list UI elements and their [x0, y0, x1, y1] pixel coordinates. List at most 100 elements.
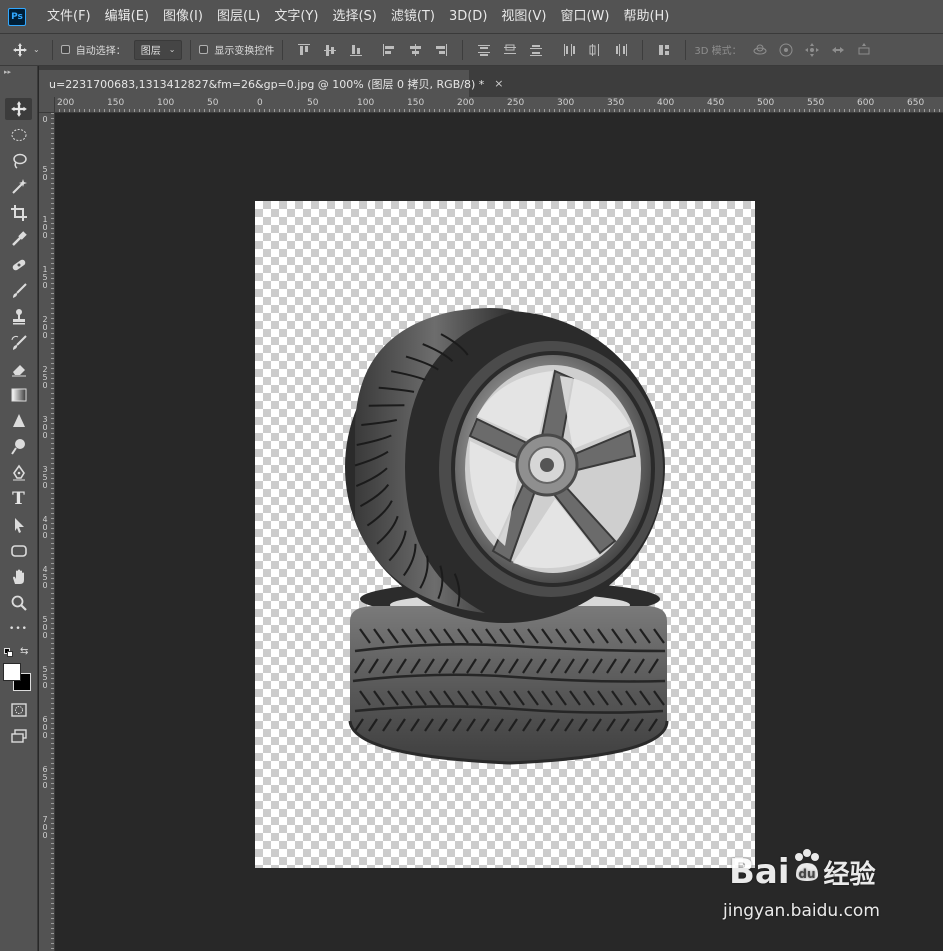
- pan-3d-icon[interactable]: [804, 42, 820, 58]
- rectangle-tool-icon[interactable]: [5, 540, 32, 562]
- pen-icon[interactable]: [5, 462, 32, 484]
- scale-3d-icon[interactable]: [856, 42, 872, 58]
- ruler-tick-label: 600: [42, 715, 48, 740]
- eyedropper-icon[interactable]: [5, 228, 32, 250]
- crop-tool-icon[interactable]: [5, 202, 32, 224]
- menu-3d[interactable]: 3D(D): [442, 0, 494, 34]
- document-tab-title: u=2231700683,1313412827&fm=26&gp=0.jpg @…: [49, 77, 485, 91]
- more-tools-icon[interactable]: •••: [5, 618, 32, 640]
- distribute-right-icon[interactable]: [613, 42, 629, 58]
- ruler-tick-label: 200: [42, 315, 48, 340]
- distribute-top-icon[interactable]: [476, 42, 492, 58]
- ruler-tick-label: 50: [42, 165, 48, 182]
- ruler-tick-label: 500: [757, 98, 775, 108]
- zoom-tool-icon[interactable]: [5, 592, 32, 614]
- ruler-tick-label: 450: [42, 565, 48, 590]
- gradient-icon[interactable]: [5, 384, 32, 406]
- ruler-tick-label: 350: [607, 98, 625, 108]
- hand-tool-icon[interactable]: [5, 566, 32, 588]
- quick-mask-icon[interactable]: [5, 699, 32, 721]
- lasso-tool-icon[interactable]: [5, 150, 32, 172]
- distribute-left-icon[interactable]: [561, 42, 577, 58]
- ruler-tick-label: 450: [707, 98, 725, 108]
- panel-collapse-icon[interactable]: ▸▸: [4, 68, 11, 76]
- distribute-horizontal-center-icon[interactable]: [587, 42, 603, 58]
- watermark-url: jingyan.baidu.com: [723, 901, 880, 921]
- divider: [642, 39, 644, 60]
- ruler-tick-label: 100: [357, 98, 375, 108]
- roll-3d-icon[interactable]: [778, 42, 794, 58]
- menu-window[interactable]: 窗口(W): [553, 0, 616, 34]
- history-brush-icon[interactable]: [5, 332, 32, 354]
- align-top-icon[interactable]: [296, 42, 312, 58]
- divider: [51, 39, 53, 60]
- menu-type[interactable]: 文字(Y): [267, 0, 325, 34]
- orbit-3d-icon[interactable]: [752, 42, 768, 58]
- menu-filter[interactable]: 滤镜(T): [384, 0, 442, 34]
- watermark-brand: Bai du 经验: [729, 849, 876, 892]
- menu-file[interactable]: 文件(F): [40, 0, 98, 34]
- auto-select-dropdown[interactable]: 图层 ⌄: [133, 39, 183, 60]
- ruler-tick-label: 150: [42, 265, 48, 290]
- move-tool-preset-icon[interactable]: [12, 42, 28, 58]
- menu-view[interactable]: 视图(V): [494, 0, 553, 34]
- show-transform-checkbox[interactable]: [199, 45, 209, 54]
- screen-mode-icon[interactable]: [5, 725, 32, 747]
- baidu-jingyan-watermark: Bai du 经验 jingyan.baidu.com: [723, 843, 903, 933]
- slide-3d-icon[interactable]: [830, 42, 846, 58]
- ruler-tick-label: 50: [207, 98, 219, 108]
- clone-stamp-icon[interactable]: [5, 306, 32, 328]
- path-selection-icon[interactable]: [5, 514, 32, 536]
- document-canvas[interactable]: [255, 201, 755, 868]
- menu-edit[interactable]: 编辑(E): [98, 0, 156, 34]
- distribute-bottom-icon[interactable]: [528, 42, 544, 58]
- show-transform-label: 显示变换控件: [214, 46, 275, 57]
- healing-brush-icon[interactable]: [5, 254, 32, 276]
- canvas-workspace[interactable]: [56, 114, 943, 951]
- brush-icon[interactable]: [5, 280, 32, 302]
- divider: [685, 39, 687, 60]
- default-colors-icon[interactable]: [4, 648, 13, 657]
- ruler-tick-label: 200: [457, 98, 475, 108]
- move-tool-icon[interactable]: [5, 98, 32, 120]
- ruler-origin-corner[interactable]: [39, 97, 55, 113]
- tools-panel: ▸▸ T ••• ⇆: [0, 66, 38, 951]
- eraser-icon[interactable]: [5, 358, 32, 380]
- distribute-vertical-center-icon[interactable]: [502, 42, 518, 58]
- chevron-down-icon: ⌄: [168, 45, 176, 54]
- menu-image[interactable]: 图像(I): [156, 0, 210, 34]
- menu-layer[interactable]: 图层(L): [210, 0, 267, 34]
- menu-help[interactable]: 帮助(H): [616, 0, 676, 34]
- marquee-tool-icon[interactable]: [5, 124, 32, 146]
- ruler-tick-label: 400: [42, 515, 48, 540]
- horizontal-ruler[interactable]: 200 150 100 50 0 50 100 150 200 250 300 350 400 450 50…: [39, 97, 943, 113]
- ruler-tick-label: 550: [807, 98, 825, 108]
- blur-icon[interactable]: [5, 410, 32, 432]
- divider: [190, 39, 192, 60]
- magic-wand-icon[interactable]: [5, 176, 32, 198]
- mode-3d-label: 3D 模式：: [694, 46, 742, 57]
- foreground-color-swatch[interactable]: [3, 663, 21, 681]
- align-right-icon[interactable]: [433, 42, 449, 58]
- watermark-brand-left: Bai: [729, 852, 790, 892]
- align-horizontal-center-icon[interactable]: [407, 42, 423, 58]
- more-tools-glyph: •••: [9, 624, 28, 634]
- document-tab[interactable]: u=2231700683,1313412827&fm=26&gp=0.jpg @…: [39, 70, 503, 97]
- align-bottom-icon[interactable]: [348, 42, 364, 58]
- align-left-icon[interactable]: [381, 42, 397, 58]
- menu-select[interactable]: 选择(S): [325, 0, 383, 34]
- ruler-tick-label: 150: [107, 98, 125, 108]
- chevron-down-icon[interactable]: ⌄: [33, 45, 40, 54]
- align-vertical-center-icon[interactable]: [322, 42, 338, 58]
- auto-align-icon[interactable]: [656, 42, 672, 58]
- close-icon[interactable]: ×: [494, 77, 503, 90]
- ruler-tick-label: 700: [42, 815, 48, 840]
- type-tool-icon[interactable]: T: [5, 488, 32, 510]
- photoshop-window: Ps 文件(F) 编辑(E) 图像(I) 图层(L) 文字(Y) 选择(S) 滤…: [0, 0, 943, 951]
- auto-select-checkbox[interactable]: [60, 45, 70, 54]
- swap-colors-icon[interactable]: ⇆: [20, 646, 28, 657]
- ruler-tick-label: 0: [257, 98, 263, 108]
- vertical-ruler[interactable]: 0 50 100 150 200 250 300 350 400 450 500 550 600 650 7…: [39, 113, 55, 951]
- dodge-icon[interactable]: [5, 436, 32, 458]
- ruler-tick-label: 100: [157, 98, 175, 108]
